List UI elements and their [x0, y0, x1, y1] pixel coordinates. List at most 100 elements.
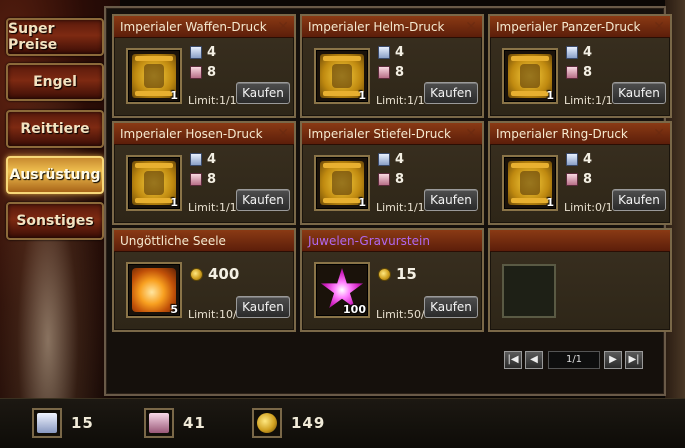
item-quantity: 100 — [343, 303, 366, 316]
cost-white-scroll: 4 — [378, 151, 404, 167]
cost-value: 4 — [395, 44, 405, 60]
buy-button[interactable]: Kaufen — [236, 189, 290, 211]
empty-shop-card — [488, 228, 672, 332]
currency-value: 41 — [183, 414, 206, 432]
weapon-scroll-icon[interactable]: 1 — [126, 48, 182, 104]
buy-button[interactable]: Kaufen — [612, 189, 666, 211]
item-quantity: 1 — [170, 196, 178, 209]
close-decor-icon: ✕ — [465, 126, 477, 142]
armor-scroll-icon[interactable]: 1 — [502, 48, 558, 104]
item-title: Imperialer Helm-Druck ✕ — [302, 16, 482, 38]
buy-button[interactable]: Kaufen — [612, 82, 666, 104]
currency-gold: 149 — [252, 407, 325, 439]
item-title-text: Imperialer Helm-Druck — [308, 20, 445, 34]
pink-scroll-icon — [190, 172, 202, 186]
white-scroll-icon — [190, 45, 202, 59]
pink-scroll-icon — [378, 172, 390, 186]
currency-bar: 15 41 149 — [0, 398, 685, 448]
cost-pink-scroll: 8 — [190, 64, 216, 80]
white-scroll-icon — [32, 408, 62, 438]
shop-item-card: Imperialer Panzer-Druck ✕ 1 4 8 Limit:1/1… — [488, 14, 672, 118]
last-page-button[interactable]: ▶| — [625, 351, 643, 369]
white-scroll-icon — [378, 152, 390, 166]
purchase-limit: Limit:1/1 — [376, 201, 425, 214]
tab-engel[interactable]: Engel — [6, 63, 104, 101]
close-decor-icon: ✕ — [653, 126, 665, 142]
shop-panel: Imperialer Waffen-Druck ✕ 1 4 8 Limit:1/1… — [104, 6, 672, 396]
first-page-button[interactable]: |◀ — [504, 351, 522, 369]
purchase-limit: Limit:1/1 — [188, 201, 237, 214]
cost-value: 4 — [395, 151, 405, 167]
pink-scroll-icon — [144, 408, 174, 438]
item-title-text: Imperialer Waffen-Druck — [120, 20, 267, 34]
buy-button[interactable]: Kaufen — [236, 296, 290, 318]
cost-white-scroll: 4 — [190, 151, 216, 167]
cost-pink-scroll: 8 — [190, 171, 216, 187]
helm-scroll-icon[interactable]: 1 — [314, 48, 370, 104]
buy-button[interactable]: Kaufen — [424, 82, 478, 104]
tab-sonstiges[interactable]: Sonstiges — [6, 202, 104, 240]
cost-white-scroll: 4 — [566, 151, 592, 167]
cost-white-scroll: 4 — [190, 44, 216, 60]
shop-item-card: Imperialer Helm-Druck ✕ 1 4 8 Limit:1/1 K… — [300, 14, 484, 118]
close-decor-icon: ✕ — [277, 126, 289, 142]
cost-value: 8 — [395, 64, 405, 80]
item-title: Imperialer Hosen-Druck ✕ — [114, 123, 294, 145]
page-indicator: 1/1 — [548, 351, 600, 369]
cost-gold: 15 — [378, 265, 417, 283]
item-quantity: 1 — [546, 196, 554, 209]
cost-value: 4 — [583, 44, 593, 60]
gem-icon[interactable]: 100 — [314, 262, 370, 318]
tab-reittiere[interactable]: Reittiere — [6, 110, 104, 148]
item-quantity: 1 — [358, 89, 366, 102]
cost-pink-scroll: 8 — [566, 64, 592, 80]
gold-coin-icon — [252, 408, 282, 438]
item-title: Imperialer Panzer-Druck ✕ — [490, 16, 670, 38]
shop-item-card: Imperialer Stiefel-Druck ✕ 1 4 8 Limit:1/… — [300, 121, 484, 225]
purchase-limit: Limit:1/1 — [188, 94, 237, 107]
shop-item-card: Juwelen-Gravurstein 100 15 Limit:50/50 K… — [300, 228, 484, 332]
cost-gold: 400 — [190, 265, 239, 283]
cost-value: 8 — [207, 171, 217, 187]
item-title: Imperialer Stiefel-Druck ✕ — [302, 123, 482, 145]
item-title-text: Ungöttliche Seele — [120, 234, 226, 248]
purchase-limit: Limit:1/1 — [376, 94, 425, 107]
close-decor-icon: ✕ — [465, 19, 477, 35]
cost-value: 8 — [583, 64, 593, 80]
tab-super-preise[interactable]: Super Preise — [6, 18, 104, 56]
pink-scroll-icon — [566, 65, 578, 79]
shop-item-card: Imperialer Ring-Druck ✕ 1 4 8 Limit:0/1 K… — [488, 121, 672, 225]
currency-value: 149 — [291, 414, 326, 432]
ring-scroll-icon[interactable]: 1 — [502, 155, 558, 211]
pink-scroll-icon — [378, 65, 390, 79]
white-scroll-icon — [566, 152, 578, 166]
buy-button[interactable]: Kaufen — [424, 189, 478, 211]
cost-white-scroll: 4 — [566, 44, 592, 60]
buy-button[interactable]: Kaufen — [424, 296, 478, 318]
item-title-text: Imperialer Ring-Druck — [496, 127, 628, 141]
cost-value: 4 — [207, 44, 217, 60]
tab-ausruestung[interactable]: Ausrüstung — [6, 156, 104, 194]
item-quantity: 1 — [358, 196, 366, 209]
cost-pink-scroll: 8 — [378, 171, 404, 187]
item-title-text: Imperialer Panzer-Druck — [496, 20, 641, 34]
item-title-text: Imperialer Hosen-Druck — [120, 127, 263, 141]
empty-title-bar — [490, 230, 670, 252]
cost-value: 8 — [207, 64, 217, 80]
cost-value: 4 — [583, 151, 593, 167]
white-scroll-icon — [566, 45, 578, 59]
purchase-limit: Limit:0/1 — [564, 201, 613, 214]
shop-item-card: Imperialer Hosen-Druck ✕ 1 4 8 Limit:1/1 … — [112, 121, 296, 225]
cost-value: 15 — [396, 265, 417, 283]
item-title-text: Juwelen-Gravurstein — [308, 234, 430, 248]
empty-item-slot — [502, 264, 556, 318]
next-page-button[interactable]: ▶ — [604, 351, 622, 369]
buy-button[interactable]: Kaufen — [236, 82, 290, 104]
item-quantity: 1 — [546, 89, 554, 102]
soul-icon[interactable]: 5 — [126, 262, 182, 318]
pagination: |◀ ◀ 1/1 ▶ ▶| — [504, 350, 646, 370]
pants-scroll-icon[interactable]: 1 — [126, 155, 182, 211]
boots-scroll-icon[interactable]: 1 — [314, 155, 370, 211]
cost-white-scroll: 4 — [378, 44, 404, 60]
prev-page-button[interactable]: ◀ — [525, 351, 543, 369]
